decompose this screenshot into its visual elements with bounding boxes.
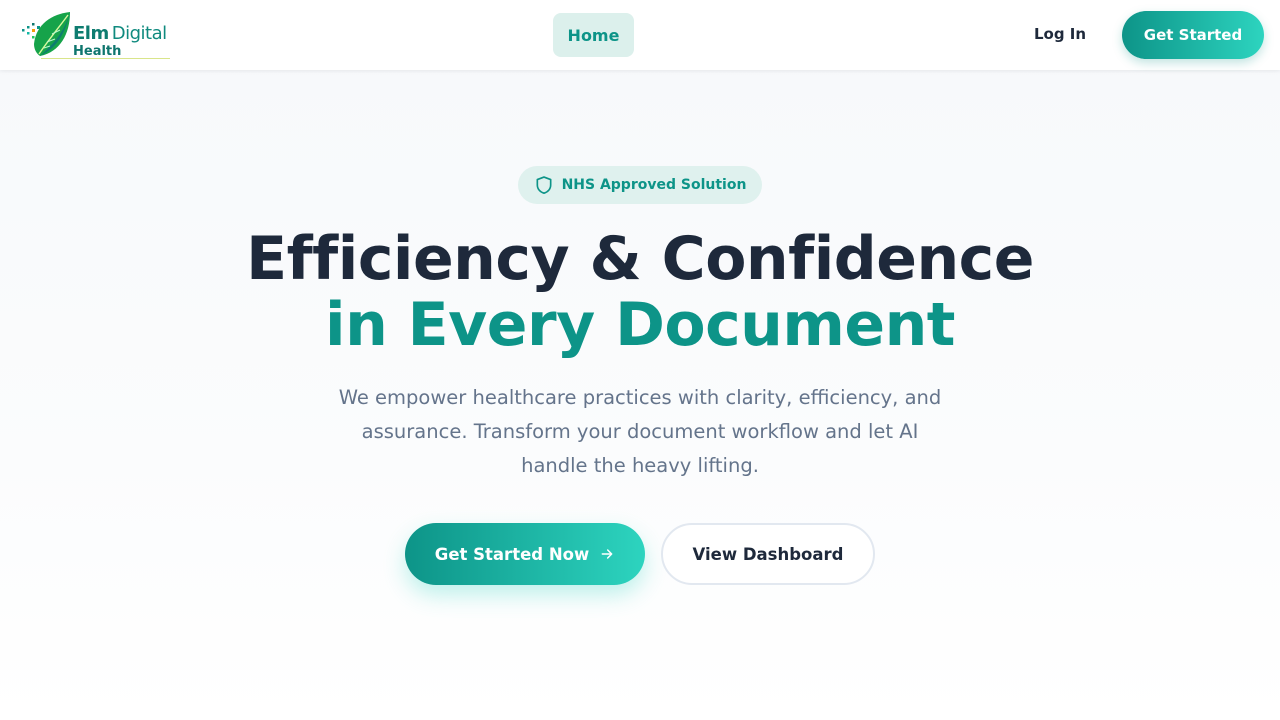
hero-title-line2: in Every Document [325,290,955,360]
shield-icon [536,176,552,194]
logo-wordmark-sub: Health [73,44,122,59]
get-started-now-button[interactable]: Get Started Now [405,523,645,585]
nhs-approved-badge: NHS Approved Solution [518,166,762,204]
logo-underline [41,58,170,59]
logo-wordmark: Elm Digital [73,23,167,44]
hero-title-line1: Efficiency & Confidence [246,224,1034,294]
get-started-header-button[interactable]: Get Started [1122,11,1264,59]
leaf-logo-icon [22,12,70,56]
arrow-right-icon [601,549,613,559]
hero-section: NHS Approved Solution Efficiency & Confi… [0,70,1280,720]
top-navigation-bar: Elm Digital Health Home Log In Get Starte… [0,0,1280,70]
view-dashboard-button[interactable]: View Dashboard [661,523,875,585]
badge-text: NHS Approved Solution [561,177,747,193]
nav-home-link[interactable]: Home [553,13,634,57]
logo-wordmark-light: Digital [111,23,167,44]
hero-subtitle: We empower healthcare practices with cla… [338,386,942,477]
login-button[interactable]: Log In [1020,13,1100,55]
get-started-now-label: Get Started Now [434,544,590,564]
brand-logo[interactable]: Elm Digital Health [22,10,172,62]
